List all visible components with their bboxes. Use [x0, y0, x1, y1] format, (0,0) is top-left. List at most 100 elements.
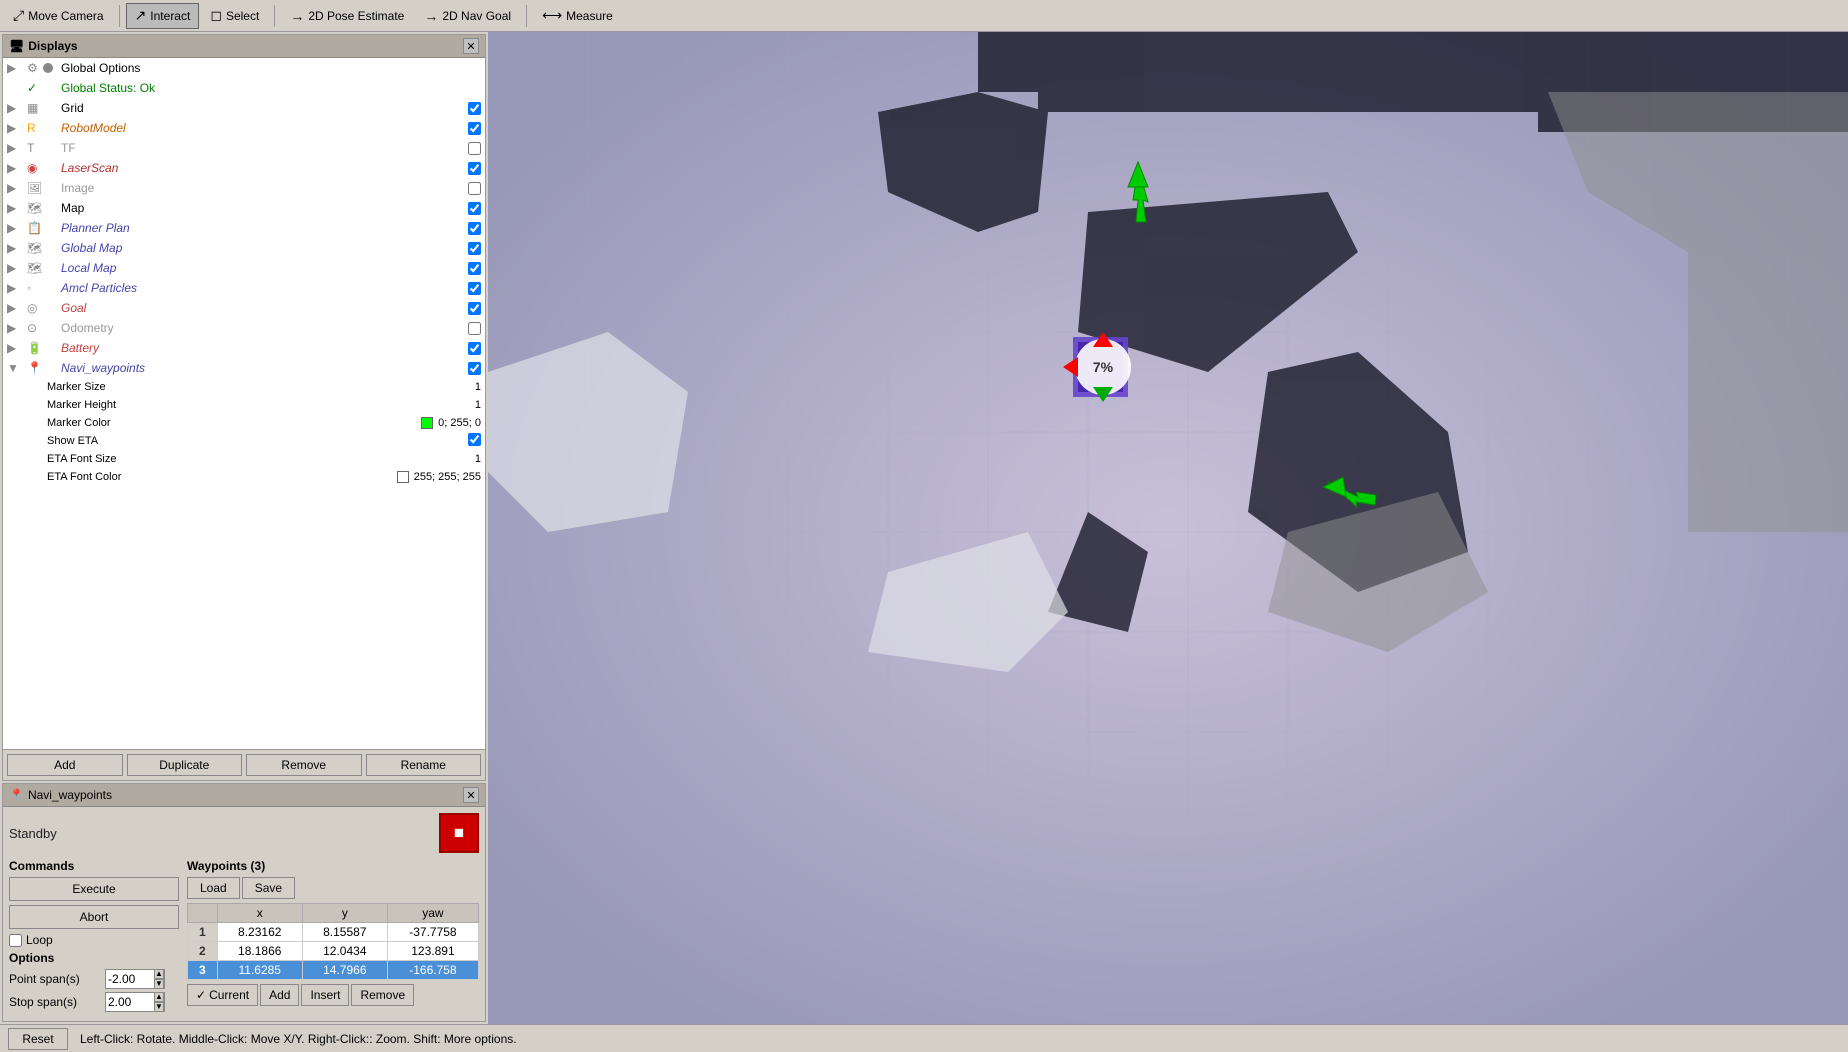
- navi-panel-close-button[interactable]: ✕: [463, 787, 479, 803]
- item-icon: ⚙: [27, 61, 43, 75]
- item-icon: 🔋: [27, 341, 43, 355]
- show-eta-checkbox[interactable]: [468, 433, 481, 446]
- navi-panel-title: 📍 Navi_waypoints: [9, 788, 112, 802]
- commands-title: Commands: [9, 859, 179, 873]
- expand-icon: ▶: [7, 61, 27, 75]
- displays-close-button[interactable]: ✕: [463, 38, 479, 54]
- move-camera-button[interactable]: ⤢ Move Camera: [4, 3, 113, 29]
- tree-item-amcl[interactable]: ▶ ◦ Amcl Particles: [3, 278, 485, 298]
- item-label: Odometry: [59, 321, 468, 335]
- toolbar-separator-3: [526, 5, 527, 27]
- amcl-checkbox[interactable]: [468, 282, 481, 295]
- col-x-header: x: [217, 904, 302, 923]
- tree-item-global-map[interactable]: ▶ 🗺 Global Map: [3, 238, 485, 258]
- stop-span-up[interactable]: ▲: [154, 992, 164, 1002]
- point-span-field[interactable]: [108, 972, 154, 986]
- stop-span-input[interactable]: ▲ ▼: [105, 992, 165, 1012]
- tree-item-goal[interactable]: ▶ ◎ Goal: [3, 298, 485, 318]
- point-span-input[interactable]: ▲ ▼: [105, 969, 165, 989]
- current-waypoint-button[interactable]: ✓ Current: [187, 984, 258, 1006]
- stop-span-down[interactable]: ▼: [154, 1002, 164, 1012]
- point-span-row: Point span(s) ▲ ▼: [9, 969, 179, 989]
- tree-item-robotmodel[interactable]: ▶ R RobotModel: [3, 118, 485, 138]
- close-icon: ✕: [466, 40, 475, 53]
- stop-span-field[interactable]: [108, 995, 154, 1009]
- tree-item-global-status[interactable]: ✓ Global Status: Ok: [3, 78, 485, 98]
- item-icon: ◉: [27, 161, 43, 175]
- item-icon: T: [27, 141, 43, 155]
- add-waypoint-button[interactable]: Add: [260, 984, 299, 1006]
- grid-checkbox[interactable]: [468, 102, 481, 115]
- loop-checkbox[interactable]: [9, 934, 22, 947]
- global-map-checkbox[interactable]: [468, 242, 481, 255]
- tree-item-tf[interactable]: ▶ T TF: [3, 138, 485, 158]
- point-span-down[interactable]: ▼: [154, 979, 164, 989]
- interact-button[interactable]: ↗ Interact: [126, 3, 200, 29]
- rename-display-button[interactable]: Rename: [366, 754, 482, 776]
- reset-button[interactable]: Reset: [8, 1028, 68, 1050]
- subitem-marker-color: Marker Color 0; 255; 0: [3, 414, 485, 432]
- stop-icon: ⏹: [454, 822, 464, 845]
- navi-waypoints-checkbox[interactable]: [468, 362, 481, 375]
- displays-tree: ▶ ⚙ Global Options ✓ Global Status: Ok ▶: [3, 58, 485, 749]
- color-swatch-white: [397, 471, 409, 483]
- interact-icon: ↗: [135, 7, 147, 24]
- status-hint: Left-Click: Rotate. Middle-Click: Move X…: [80, 1032, 517, 1046]
- 2d-nav-button[interactable]: → 2D Nav Goal: [415, 3, 520, 29]
- odometry-checkbox[interactable]: [468, 322, 481, 335]
- execute-button[interactable]: Execute: [9, 877, 179, 901]
- navi-status-row: Standby ⏹: [9, 813, 479, 853]
- tree-item-odometry[interactable]: ▶ ⊙ Odometry: [3, 318, 485, 338]
- remove-display-button[interactable]: Remove: [246, 754, 362, 776]
- table-row[interactable]: 2 18.1866 12.0434 123.891: [188, 942, 479, 961]
- map-view[interactable]: 7%: [488, 32, 1848, 1024]
- expand-icon: ▶: [7, 121, 27, 135]
- load-waypoints-button[interactable]: Load: [187, 877, 240, 899]
- planner-plan-checkbox[interactable]: [468, 222, 481, 235]
- tree-item-image[interactable]: ▶ 🖼 Image: [3, 178, 485, 198]
- tree-item-navi-waypoints[interactable]: ▼ 📍 Navi_waypoints: [3, 358, 485, 378]
- svg-text:7%: 7%: [1093, 359, 1114, 375]
- point-span-up[interactable]: ▲: [154, 969, 164, 979]
- table-row-selected[interactable]: 3 11.6285 14.7966 -166.758: [188, 961, 479, 980]
- abort-button[interactable]: Abort: [9, 905, 179, 929]
- 2d-pose-button[interactable]: → 2D Pose Estimate: [281, 3, 413, 29]
- item-icon: 📋: [27, 221, 43, 235]
- row-x: 18.1866: [217, 942, 302, 961]
- tree-item-map[interactable]: ▶ 🗺 Map: [3, 198, 485, 218]
- battery-checkbox[interactable]: [468, 342, 481, 355]
- subitem-value: 255; 255; 255: [397, 471, 481, 483]
- save-waypoints-button[interactable]: Save: [242, 877, 295, 899]
- emergency-stop-button[interactable]: ⏹: [439, 813, 479, 853]
- local-map-checkbox[interactable]: [468, 262, 481, 275]
- row-y: 14.7966: [302, 961, 387, 980]
- table-row[interactable]: 1 8.23162 8.15587 -37.7758: [188, 923, 479, 942]
- remove-waypoint-button[interactable]: Remove: [351, 984, 414, 1006]
- tree-item-global-options[interactable]: ▶ ⚙ Global Options: [3, 58, 485, 78]
- toolbar-separator-2: [274, 5, 275, 27]
- tree-item-planner-plan[interactable]: ▶ 📋 Planner Plan: [3, 218, 485, 238]
- tf-checkbox[interactable]: [468, 142, 481, 155]
- goal-checkbox[interactable]: [468, 302, 481, 315]
- item-icon: 🗺: [27, 241, 43, 255]
- duplicate-display-button[interactable]: Duplicate: [127, 754, 243, 776]
- add-display-button[interactable]: Add: [7, 754, 123, 776]
- robotmodel-checkbox[interactable]: [468, 122, 481, 135]
- tree-item-battery[interactable]: ▶ 🔋 Battery: [3, 338, 485, 358]
- subitem-value: 0; 255; 0: [421, 417, 481, 429]
- subitem-show-eta: Show ETA: [3, 432, 485, 450]
- tree-item-laserscan[interactable]: ▶ ◉ LaserScan: [3, 158, 485, 178]
- tree-item-local-map[interactable]: ▶ 🗺 Local Map: [3, 258, 485, 278]
- laserscan-checkbox[interactable]: [468, 162, 481, 175]
- select-button[interactable]: ◻ Select: [201, 3, 268, 29]
- subitem-eta-font-color: ETA Font Color 255; 255; 255: [3, 468, 485, 486]
- insert-waypoint-button[interactable]: Insert: [301, 984, 349, 1006]
- tree-item-grid[interactable]: ▶ ▦ Grid: [3, 98, 485, 118]
- expand-icon: ▶: [7, 181, 27, 195]
- image-checkbox[interactable]: [468, 182, 481, 195]
- row-num: 2: [188, 942, 218, 961]
- left-panel: 🖥 Displays ✕ ▶ ⚙ Global Options: [0, 32, 488, 1024]
- measure-button[interactable]: ⟷ Measure: [533, 3, 622, 29]
- item-label: Amcl Particles: [59, 281, 468, 295]
- map-checkbox[interactable]: [468, 202, 481, 215]
